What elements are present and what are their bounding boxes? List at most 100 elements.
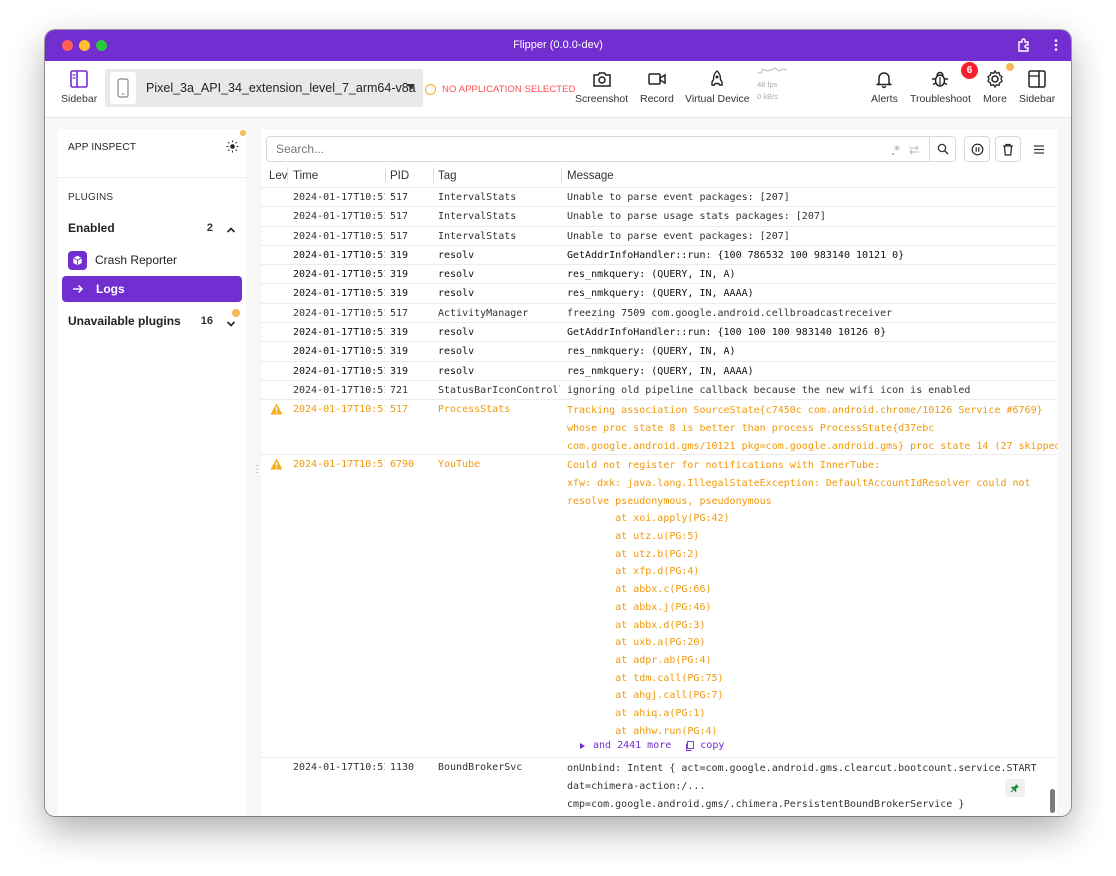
screenshot-button[interactable]: Screenshot [575,69,628,105]
sun-icon[interactable] [226,140,239,158]
column-divider[interactable] [561,167,562,183]
cell-message: onUnbind: Intent { act=com.google.androi… [567,763,1037,810]
table-row[interactable]: 2024-01-17T10:51 517 IntervalStats Unabl… [261,225,1057,245]
device-select[interactable]: Pixel_3a_API_34_extension_level_7_arm64-… [105,69,423,107]
arrow-right-icon [72,284,84,294]
cell-pid: 319 [390,269,409,281]
search-button[interactable] [929,137,955,161]
logs-table-body: 2024-01-17T10:51 517 IntervalStats Unabl… [261,187,1057,816]
cell-time: 2024-01-17T10:51 [293,307,385,319]
cell-pid: 517 [390,307,409,319]
column-time[interactable]: Time [293,170,318,182]
alerts-button[interactable]: Alerts [871,69,898,105]
sidebar-item-logs[interactable]: Logs [62,276,242,302]
cell-time: 2024-01-17T10:51 [293,269,385,281]
table-row[interactable]: 2024-01-17T10:51 319 resolv GetAddrInfoH… [261,244,1057,264]
column-divider[interactable] [287,167,288,183]
cell-message: GetAddrInfoHandler::run: {100 100 100 98… [567,327,887,339]
cell-pid: 319 [390,327,409,339]
no-app-indicator[interactable]: NO APPLICATION SELECTED [425,84,576,95]
table-row-warning[interactable]: 2024-01-17T10:51 517 ProcessStats Tracki… [261,399,1057,454]
cell-pid: 319 [390,249,409,261]
troubleshoot-badge: 6 [961,62,978,79]
table-row-warning[interactable]: 2024-01-17T10:51 6790 YouTube Could not … [261,454,1057,757]
regex-icon[interactable] [891,143,901,161]
window-title: Flipper (0.0.0-dev) [513,39,603,51]
device-name: Pixel_3a_API_34_extension_level_7_arm64-… [146,81,416,95]
app-inspect-header: APP INSPECT [58,129,246,165]
table-row[interactable]: 2024-01-17T10:51 517 ActivityManager fre… [261,302,1057,322]
cell-tag: resolv [438,327,475,339]
bug-icon [930,69,950,89]
search-box [266,136,956,162]
table-row[interactable]: 2024-01-17T10:51 1130 BoundBrokerSvc onU… [261,757,1057,816]
cell-message: freezing 7509 com.google.android.cellbro… [567,307,893,319]
column-menu-icon[interactable] [1033,142,1045,160]
column-divider[interactable] [433,167,434,183]
record-label: Record [640,93,674,105]
clear-logs-button[interactable] [995,136,1021,162]
column-tag[interactable]: Tag [438,170,457,182]
column-divider[interactable] [385,167,386,183]
bell-icon [874,69,894,89]
cell-tag: StatusBarIconControll [438,384,560,396]
virtual-device-button[interactable]: Virtual Device [685,69,750,105]
cell-pid: 319 [390,346,409,358]
search-input[interactable] [267,137,827,161]
column-level[interactable]: Lev [269,170,288,182]
cell-tag: ProcessStats [438,404,511,416]
pin-icon [1010,784,1019,793]
table-row[interactable]: 2024-01-17T10:51 721 StatusBarIconContro… [261,379,1057,399]
cell-message: Unable to parse event packages: [207] [567,230,790,242]
unavailable-plugins-group[interactable]: Unavailable plugins 16 [58,305,246,337]
table-row[interactable]: 2024-01-17T10:51 319 resolv res_nmkquery… [261,283,1057,302]
more-label: More [983,93,1007,105]
sidebar-divider [58,177,246,178]
menu-dots-icon[interactable] [1049,37,1063,58]
table-row[interactable]: 2024-01-17T10:51 319 resolv res_nmkquery… [261,264,1057,283]
rocket-icon [707,69,727,89]
table-row[interactable]: 2024-01-17T10:51 319 resolv res_nmkquery… [261,341,1057,360]
cell-tag: resolv [438,269,475,281]
cell-pid: 721 [390,384,409,396]
sidebar-left-toggle-button[interactable]: Sidebar [61,69,97,105]
column-message[interactable]: Message [567,170,614,182]
phone-icon [110,72,136,104]
cell-time: 2024-01-17T10:51 [293,365,385,377]
chevron-up-icon [226,223,236,237]
logs-panel: Lev Time PID Tag Message 2024-01-17T10:5… [261,129,1057,816]
cell-tag: ActivityManager [438,307,529,319]
table-row[interactable]: 2024-01-17T10:51 517 IntervalStats Unabl… [261,206,1057,225]
cell-time: 2024-01-17T10:51 [293,230,385,242]
table-row[interactable]: 2024-01-17T10:51 319 resolv GetAddrInfoH… [261,322,1057,341]
copy-button[interactable]: copy [685,740,724,751]
trash-icon [1003,143,1013,156]
logs-label: Logs [96,282,125,296]
record-button[interactable]: Record [640,69,674,105]
sidebar-right-icon [1027,69,1047,89]
cell-time: 2024-01-17T10:51 [293,762,385,774]
swap-icon[interactable] [908,143,920,161]
enabled-plugins-group[interactable]: Enabled 2 [58,212,246,244]
cell-message: res_nmkquery: (QUERY, IN, AAAA) [567,365,754,377]
column-pid[interactable]: PID [390,170,409,182]
sidebar-item-crash-reporter[interactable]: Crash Reporter [58,244,246,276]
scroll-to-bottom-button[interactable] [1005,779,1025,797]
scrollbar-thumb[interactable] [1050,789,1055,813]
pause-button[interactable] [964,136,990,162]
cell-message: ignoring old pipeline callback because t… [567,384,971,396]
alerts-label: Alerts [871,93,898,105]
sidebar-right-toggle-button[interactable]: Sidebar [1019,69,1055,105]
more-lines-text: and 2441 more [593,740,672,752]
expand-more-button[interactable]: and 2441 more [579,740,671,751]
table-row[interactable]: 2024-01-17T10:51 319 resolv res_nmkquery… [261,360,1057,380]
logs-table-header: Lev Time PID Tag Message [261,165,1057,185]
caret-right-icon [580,742,585,749]
cell-time: 2024-01-17T10:51 [293,211,385,223]
gear-icon [985,69,1005,89]
cell-pid: 319 [390,365,409,377]
extension-icon[interactable] [1016,37,1032,58]
cell-pid: 1130 [390,762,415,774]
more-button[interactable]: More [983,69,1007,105]
table-row[interactable]: 2024-01-17T10:51 517 IntervalStats Unabl… [261,187,1057,206]
